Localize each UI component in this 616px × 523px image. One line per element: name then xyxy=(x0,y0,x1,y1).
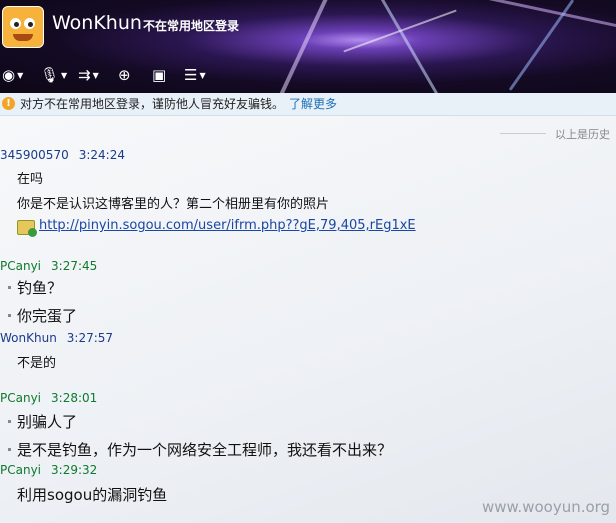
microphone-icon: 🎙︎ xyxy=(40,66,60,84)
message-time: 3:29:32 xyxy=(51,463,98,477)
message-url-link[interactable]: http://pinyin.sogou.com/user/ifrm.php??g… xyxy=(39,218,416,233)
warning-icon: ! xyxy=(2,97,15,110)
sender-name[interactable]: 345900570 xyxy=(0,148,69,162)
message-bullet xyxy=(8,286,11,289)
message-time: 3:28:01 xyxy=(51,391,98,405)
header-light-beam xyxy=(375,0,448,93)
message-bullet xyxy=(8,448,11,451)
message-header: 345900570 3:24:24 xyxy=(0,148,125,162)
chevron-down-icon[interactable]: ▼ xyxy=(93,71,99,80)
message-header: PCanyi 3:27:45 xyxy=(0,259,97,273)
avatar-eye xyxy=(10,18,21,29)
contact-status: 不在常用地区登录 xyxy=(143,19,240,33)
header-light-beam xyxy=(274,0,330,93)
header-light-beam xyxy=(471,0,616,30)
learn-more-link[interactable]: 了解更多 xyxy=(289,93,337,115)
sender-name[interactable]: PCanyi xyxy=(0,259,41,273)
chat-history[interactable]: 以上是历史 345900570 3:24:24 在吗 你是不是认识这博客里的人？第… xyxy=(0,116,616,523)
contact-avatar[interactable] xyxy=(2,6,44,48)
header-light-beam xyxy=(343,9,457,53)
add-contact-icon: ⊕ xyxy=(118,66,131,84)
history-divider: 以上是历史 xyxy=(500,126,616,141)
chat-toolbar: ◉ ▼ 🎙︎ ▼ ⇉ ▼ ⊕ ▣ ☰ ▼ xyxy=(0,64,240,86)
message-text: 在吗 xyxy=(17,172,44,187)
avatar-eye xyxy=(24,18,35,29)
add-contact-button[interactable]: ⊕ xyxy=(118,64,131,86)
message-text: 别骗人了 xyxy=(17,413,78,431)
screen-share-button[interactable]: ▣ xyxy=(152,64,166,86)
message-time: 3:27:57 xyxy=(66,331,114,345)
contact-name[interactable]: WonKhun xyxy=(52,12,142,34)
message-bullet xyxy=(8,314,11,317)
warning-text: 对方不在常用地区登录，谨防他人冒充好友骗钱。 xyxy=(20,97,285,111)
apps-menu-icon: ☰ xyxy=(184,66,198,84)
sender-name[interactable]: WonKhun xyxy=(0,331,57,345)
message-text: 是不是钓鱼，作为一个网络安全工程师，我还看不出来？ xyxy=(17,441,393,459)
message-header: WonKhun 3:27:57 xyxy=(0,331,113,345)
message-bullet xyxy=(8,420,11,423)
message-header: PCanyi 3:29:32 xyxy=(0,463,97,477)
apps-menu-button[interactable]: ☰ ▼ xyxy=(184,64,206,86)
chevron-down-icon[interactable]: ▼ xyxy=(61,71,67,80)
sender-name[interactable]: PCanyi xyxy=(0,391,41,405)
message-text: 钓鱼？ xyxy=(17,279,63,297)
sender-name[interactable]: PCanyi xyxy=(0,463,41,477)
message-text: 不是的 xyxy=(17,356,57,371)
camera-button[interactable]: ◉ ▼ xyxy=(2,64,23,86)
link-safe-icon xyxy=(17,220,37,237)
chevron-down-icon[interactable]: ▼ xyxy=(199,71,205,80)
message-time: 3:27:45 xyxy=(51,259,98,273)
chevron-down-icon[interactable]: ▼ xyxy=(17,71,23,80)
file-transfer-icon: ⇉ xyxy=(78,66,91,84)
avatar-mouth xyxy=(13,34,33,41)
screen-share-icon: ▣ xyxy=(152,66,167,84)
message-text: 利用sogou的漏洞钓鱼 xyxy=(17,486,168,504)
history-label: 以上是历史 xyxy=(555,128,610,141)
security-warning-bar: ! 对方不在常用地区登录，谨防他人冒充好友骗钱。 了解更多 xyxy=(0,93,616,116)
message-time: 3:24:24 xyxy=(78,148,125,162)
voice-button[interactable]: 🎙︎ ▼ xyxy=(40,64,67,86)
watermark: www.wooyun.org xyxy=(482,498,611,516)
chat-window-header: WonKhun 不在常用地区登录 ◉ ▼ 🎙︎ ▼ ⇉ ▼ ⊕ ▣ ☰ ▼ xyxy=(0,0,616,93)
header-light-beam xyxy=(508,0,575,91)
message-text: 你完蛋了 xyxy=(17,307,78,325)
divider-line xyxy=(500,133,546,134)
file-transfer-button[interactable]: ⇉ ▼ xyxy=(78,64,99,86)
message-text: 你是不是认识这博客里的人？第二个相册里有你的照片 xyxy=(17,197,330,212)
camera-icon: ◉ xyxy=(2,66,16,84)
message-header: PCanyi 3:28:01 xyxy=(0,391,97,405)
